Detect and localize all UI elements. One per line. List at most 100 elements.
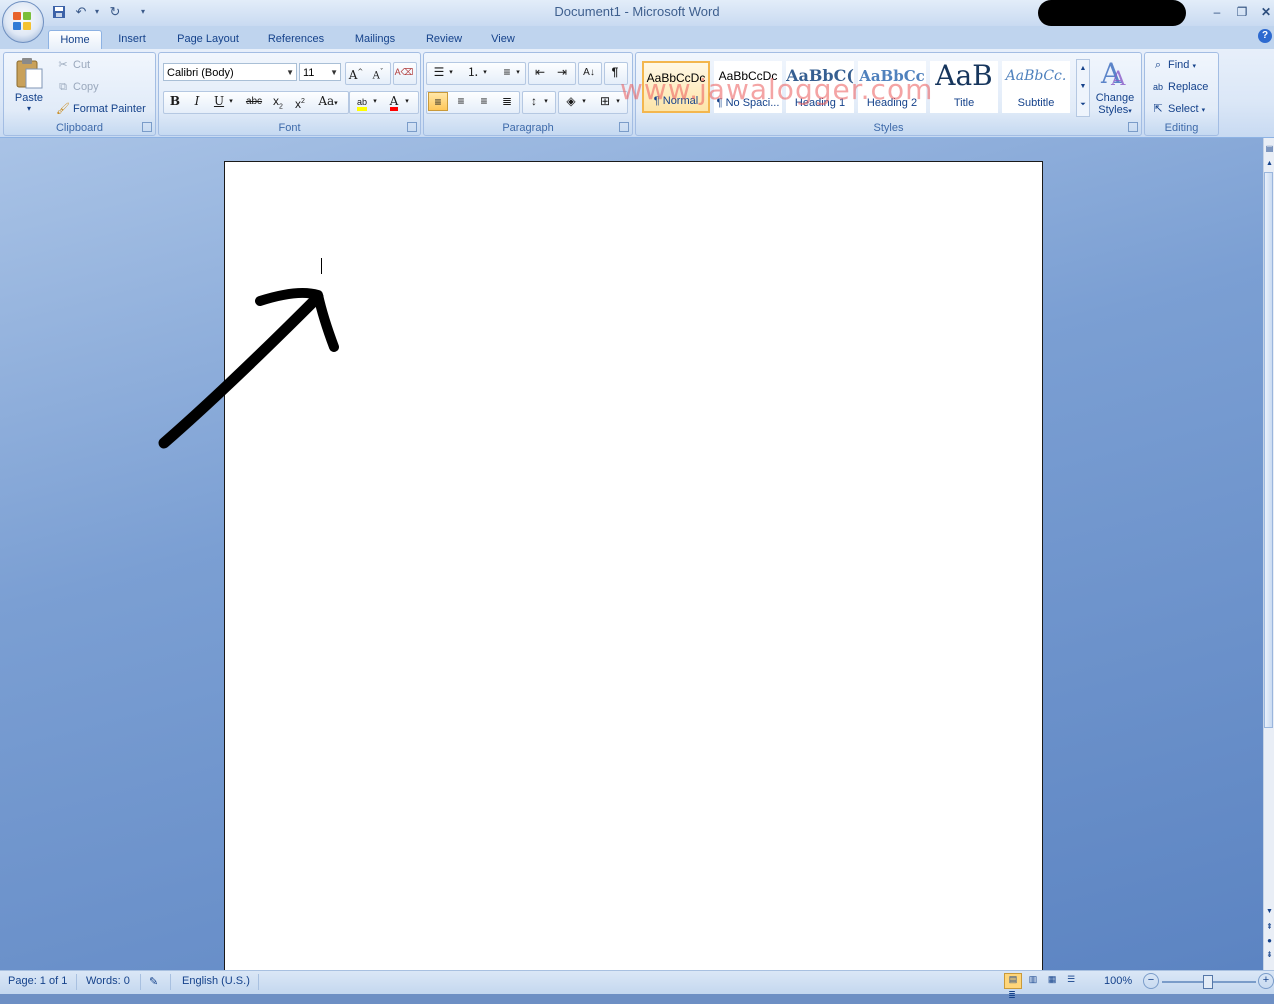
clipboard-launcher-icon[interactable] [142,122,152,132]
find-button[interactable]: ⌕ Find ▾ [1151,58,1196,72]
justify-icon[interactable]: ≣ [497,92,517,111]
restore-icon[interactable]: ❐ [1231,4,1253,20]
hand-drawn-arrow-icon [158,288,339,449]
paste-button[interactable]: Paste ▾ [10,57,48,119]
align-right-icon[interactable]: ≡ [474,92,494,111]
scroll-thumb[interactable] [1264,172,1273,728]
more-styles-icon[interactable]: ⏷ [1077,96,1089,114]
font-color-icon[interactable]: A [384,92,404,111]
shading-dropdown-icon[interactable]: ▾ [579,92,589,111]
tab-page-layout[interactable]: Page Layout [170,30,246,49]
strikethrough-icon[interactable]: abc [244,92,264,111]
replace-icon: ab [1152,82,1163,92]
italic-icon[interactable]: I [187,92,207,111]
paste-dropdown-icon[interactable]: ▾ [10,104,48,113]
scroll-up-icon[interactable]: ▲ [1077,60,1089,78]
line-spacing-button[interactable]: ↕ ▾ [522,91,556,114]
web-layout-icon[interactable]: ▦ [1044,974,1060,988]
font-launcher-icon[interactable] [407,122,417,132]
increase-indent-icon[interactable]: ⇥ [552,63,572,82]
zoom-slider-thumb[interactable] [1203,975,1213,989]
print-layout-icon[interactable]: ▤ [1004,973,1022,989]
font-family-value: Calibri (Body) [167,67,234,79]
tab-review[interactable]: Review [420,30,468,49]
shading-icon[interactable]: ◈ [561,92,581,111]
font-color-dropdown-icon[interactable]: ▾ [402,92,412,111]
format-painter-button[interactable]: 🖌 Format Painter [56,102,146,116]
browse-object-icon[interactable]: ● [1264,936,1274,948]
bullets-dropdown-icon[interactable]: ▾ [446,63,456,82]
change-styles-button[interactable]: AA Change Styles▾ [1092,57,1138,116]
scroll-up-arrow-icon[interactable]: ▲ [1264,160,1274,170]
paragraph-launcher-icon[interactable] [619,122,629,132]
superscript-icon[interactable]: x2 [290,92,310,111]
align-center-icon[interactable]: ≡ [451,92,471,111]
minimize-icon[interactable]: ‒ [1206,4,1228,20]
undo-dropdown-icon[interactable]: ▾ [88,3,106,21]
cut-button[interactable]: ✂ Cut [56,58,90,72]
alignment-buttons: ≡ ≡ ≡ ≣ [426,91,520,114]
grow-font-icon[interactable]: A^ [346,63,366,82]
numbering-dropdown-icon[interactable]: ▾ [480,63,490,82]
redo-icon[interactable]: ↻ [106,3,124,21]
zoom-in-icon[interactable]: + [1258,973,1274,989]
next-page-icon[interactable]: ⇟ [1264,950,1274,962]
decrease-indent-icon[interactable]: ⇤ [530,63,550,82]
style-subtitle[interactable]: AaBbCc. Subtitle [1002,61,1070,113]
change-case-button[interactable]: Aa▾ [314,92,342,111]
shrink-font-icon[interactable]: Aˇ [368,63,388,82]
sort-button[interactable]: A↓ [578,62,602,85]
select-dropdown-icon: ▾ [1201,106,1206,114]
scissors-icon: ✂ [58,59,68,71]
title-bar: Document1 - Microsoft Word ↶ ▾ ↻ ▾ ‒ ❐ ✕ [0,0,1274,27]
full-screen-reading-icon[interactable]: ▥ [1025,974,1041,988]
outline-icon[interactable]: ☰ [1063,974,1079,988]
separator [76,974,77,990]
office-button[interactable] [2,1,44,43]
close-icon[interactable]: ✕ [1255,4,1274,20]
proofing-icon[interactable]: ✎ [149,975,158,988]
bold-icon[interactable]: B [165,92,185,111]
word-count[interactable]: Words: 0 [86,975,130,987]
change-styles-label-1: Change [1095,92,1135,104]
ruler-toggle-icon[interactable]: ▤ [1264,144,1274,158]
copy-button[interactable]: ⧉ Copy [56,80,99,94]
tab-view[interactable]: View [484,30,522,49]
help-icon[interactable]: ? [1258,29,1272,43]
font-size-select[interactable]: 11 ▼ [299,63,341,81]
subscript-icon[interactable]: x2 [268,92,288,111]
language-indicator[interactable]: English (U.S.) [182,975,250,987]
style-title[interactable]: AaB Title [930,61,998,113]
customize-icon[interactable]: ▾ [134,3,152,21]
styles-launcher-icon[interactable] [1128,122,1138,132]
font-family-select[interactable]: Calibri (Body) ▼ [163,63,297,81]
highlight-dropdown-icon[interactable]: ▾ [370,92,380,111]
multilevel-dropdown-icon[interactable]: ▾ [513,63,523,82]
font-style-buttons: B I U ▾ abc x2 x2 Aa▾ [163,91,349,114]
find-label: Find [1168,58,1190,71]
document-page[interactable] [224,161,1043,971]
align-left-icon[interactable]: ≡ [428,92,448,111]
scroll-down-arrow-icon[interactable]: ▼ [1264,908,1274,918]
replace-button[interactable]: ab Replace [1151,80,1208,94]
select-button[interactable]: ⇱ Select ▾ [1151,102,1205,116]
zoom-level[interactable]: 100% [1104,975,1132,987]
sort-az-icon: A↓ [583,67,595,78]
highlight-icon[interactable]: ab [352,92,372,111]
style-subtitle-label: Subtitle [1017,97,1055,109]
clear-format-button[interactable]: A⌫ [393,62,417,85]
previous-page-icon[interactable]: ⇞ [1264,922,1274,934]
save-icon[interactable] [50,3,68,21]
borders-icon[interactable]: ⊞ [595,92,615,111]
draft-icon[interactable]: ≣ [1004,990,1020,1004]
find-dropdown-icon: ▾ [1192,62,1196,70]
tab-references[interactable]: References [262,30,330,49]
underline-dropdown-icon[interactable]: ▾ [226,92,236,111]
tab-insert[interactable]: Insert [110,30,154,49]
tab-mailings[interactable]: Mailings [346,30,404,49]
zoom-out-icon[interactable]: − [1143,973,1159,989]
ribbon-tabs: Home Insert Page Layout References Maili… [0,26,1274,50]
tab-home[interactable]: Home [48,30,102,50]
scroll-down-icon[interactable]: ▼ [1077,78,1089,96]
page-count[interactable]: Page: 1 of 1 [8,975,67,987]
